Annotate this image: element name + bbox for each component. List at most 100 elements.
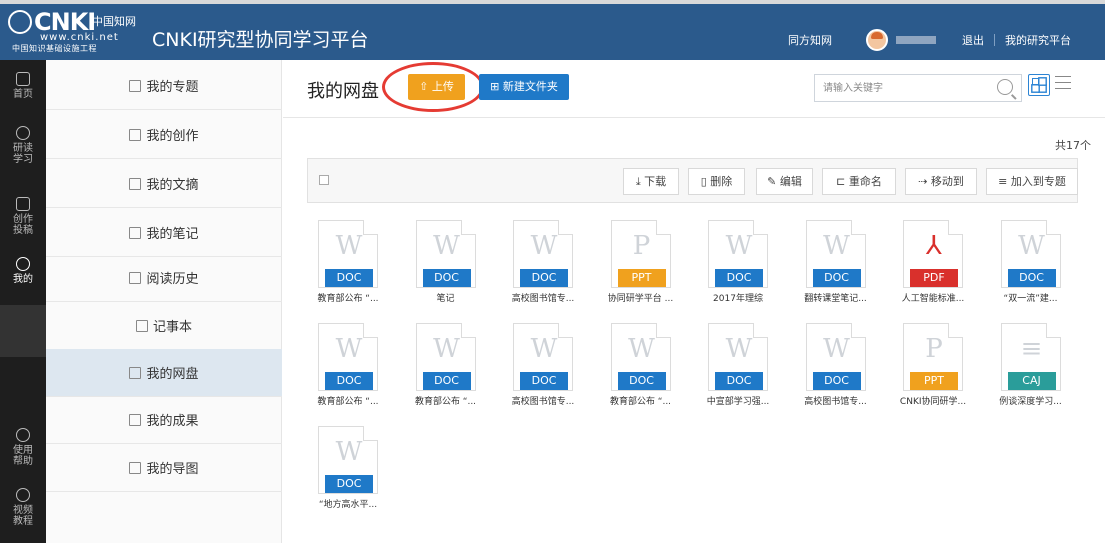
pdf-icon: ⅄ <box>926 231 942 261</box>
pencil-icon: ✎ <box>767 175 780 188</box>
delete-button[interactable]: ▯ 删除 <box>688 168 745 195</box>
new-folder-button[interactable]: ⊞ 新建文件夹 <box>479 74 569 100</box>
file-count: 共17个 <box>1055 139 1091 152</box>
upload-icon: ⇧ <box>419 80 432 93</box>
rail-active-highlight <box>0 305 46 357</box>
nav-label: 我的成果 <box>146 414 199 429</box>
move-icon: ⇢ <box>918 175 931 188</box>
doc-icon: W <box>628 334 655 364</box>
my-platform-link[interactable]: 我的研究平台 <box>1005 32 1071 48</box>
file-thumbnail: P PPT <box>903 323 963 391</box>
ppt-icon: P <box>632 231 651 261</box>
file-type-badge: DOC <box>715 269 763 287</box>
file-thumbnail: W DOC <box>513 220 573 288</box>
nav-label: 我的创作 <box>146 129 199 144</box>
file-item[interactable]: W DOC 教育部公布 “... <box>313 323 403 423</box>
nav-item-mindmap[interactable]: 我的导图 <box>46 444 282 492</box>
upload-button[interactable]: ⇧ 上传 <box>408 74 465 100</box>
rail-label: 使用 帮助 <box>13 445 33 467</box>
rail-study[interactable]: 研读 学习 <box>0 126 46 165</box>
doc-icon: W <box>335 437 363 467</box>
search-box <box>814 74 1022 102</box>
cnki-logo[interactable]: CNKI 中国知网 www.cnki.net 中国知识基础设施工程 <box>8 8 138 54</box>
rail-create[interactable]: 创作 投稿 <box>0 197 46 236</box>
file-name: “地方高水平... <box>318 500 378 510</box>
select-all-checkbox[interactable] <box>319 175 329 185</box>
move-to-button[interactable]: ⇢ 移动到 <box>905 168 977 195</box>
file-name: 2017年理综 <box>713 294 763 304</box>
rail-my[interactable]: 我的 <box>0 257 46 285</box>
doc-icon: W <box>1018 231 1045 261</box>
nav-item-excerpts[interactable]: 我的文摘 <box>46 160 282 208</box>
ppt-icon: P <box>925 334 943 364</box>
doc-icon: W <box>335 231 363 261</box>
rail-video[interactable]: 视频 教程 <box>0 488 46 527</box>
nav-item-topics[interactable]: 我的专题 <box>46 62 282 110</box>
search-input[interactable] <box>815 75 995 101</box>
trash-icon: ▯ <box>700 175 711 188</box>
user-avatar[interactable] <box>866 29 888 51</box>
doc-icon: W <box>530 334 558 364</box>
file-item[interactable]: P PPT 协同研学平台 ... <box>606 220 696 320</box>
grid-view-icon[interactable] <box>1028 74 1050 96</box>
file-item[interactable]: W DOC 翻转课堂笔记... <box>801 220 891 320</box>
file-thumbnail: W DOC <box>1000 220 1061 288</box>
file-thumbnail: W DOC <box>513 323 573 391</box>
nav-item-netdisk[interactable]: 我的网盘 <box>46 349 282 397</box>
file-item[interactable]: W DOC 笔记 <box>411 220 501 320</box>
notebook-icon <box>135 319 148 332</box>
file-item[interactable]: P PPT CNKI协同研学... <box>898 323 988 423</box>
search-icon[interactable] <box>997 79 1013 95</box>
main-content: 我的网盘 ⇧ 上传 ⊞ 新建文件夹 共17个 ⤓ 下载 ▯ 删除 ✎ 编辑 ⊏ … <box>283 60 1105 543</box>
file-thumbnail: W DOC <box>805 220 866 288</box>
caj-icon: ≡ <box>1020 334 1043 364</box>
file-thumbnail: ≡ CAJ <box>1000 323 1061 391</box>
nav-item-notebook[interactable]: 记事本 <box>46 302 282 350</box>
file-type-badge: DOC <box>325 475 373 493</box>
download-icon: ⤓ <box>635 175 645 188</box>
mindmap-icon <box>129 461 142 474</box>
file-type-badge: DOC <box>715 372 763 390</box>
file-item[interactable]: W DOC 2017年理综 <box>703 220 793 320</box>
file-item[interactable]: W DOC 高校图书馆专... <box>508 220 598 320</box>
file-name: 高校图书馆专... <box>511 397 575 407</box>
file-item[interactable]: W DOC “双一流”建... <box>996 220 1086 320</box>
rename-label: 重命名 <box>848 175 882 188</box>
download-button[interactable]: ⤓ 下载 <box>623 168 679 195</box>
folder-icon <box>129 79 142 92</box>
header-links: 同方知网 退出 我的研究平台 <box>788 29 1071 51</box>
file-item[interactable]: ⅄ PDF 人工智能标准... <box>898 220 988 320</box>
nav-item-results[interactable]: 我的成果 <box>46 396 282 444</box>
doc-icon: W <box>725 334 753 364</box>
file-item[interactable]: W DOC 高校图书馆专... <box>801 323 891 423</box>
file-thumbnail: P PPT <box>610 220 671 288</box>
file-item[interactable]: W DOC 教育部公布 “... <box>411 323 501 423</box>
file-item[interactable]: W DOC 教育部公布 “... <box>606 323 696 423</box>
file-toolbar: ⤓ 下载 ▯ 删除 ✎ 编辑 ⊏ 重命名 ⇢ 移动到 ≡ 加入到专题 <box>307 158 1078 203</box>
file-item[interactable]: ≡ CAJ 例谈深度学习... <box>996 323 1086 423</box>
nav-item-creations[interactable]: 我的创作 <box>46 111 282 159</box>
file-name: 翻转课堂笔记... <box>804 294 867 304</box>
rail-label: 我的 <box>13 274 33 285</box>
nav-item-history[interactable]: 阅读历史 <box>46 254 282 302</box>
home-icon <box>16 72 30 86</box>
download-label: 下载 <box>644 175 667 188</box>
edit-button[interactable]: ✎ 编辑 <box>756 168 813 195</box>
rail-home[interactable]: 首页 <box>0 72 46 100</box>
username[interactable] <box>896 36 936 44</box>
file-type-badge: DOC <box>422 269 471 287</box>
rail-label: 研读 学习 <box>13 143 33 165</box>
rename-button[interactable]: ⊏ 重命名 <box>822 168 896 195</box>
file-item[interactable]: W DOC 教育部公布 “... <box>313 220 403 320</box>
nav-item-notes[interactable]: 我的笔记 <box>46 209 282 257</box>
add-to-topic-button[interactable]: ≡ 加入到专题 <box>986 168 1078 195</box>
file-item[interactable]: W DOC “地方高水平... <box>313 426 403 526</box>
rail-help[interactable]: 使用 帮助 <box>0 428 46 467</box>
list-view-icon[interactable] <box>1055 76 1071 92</box>
tongfang-link[interactable]: 同方知网 <box>788 32 832 48</box>
file-item[interactable]: W DOC 中宣部学习强... <box>703 323 793 423</box>
file-item[interactable]: W DOC 高校图书馆专... <box>508 323 598 423</box>
file-type-badge: PPT <box>910 372 958 390</box>
logout-link[interactable]: 退出 <box>962 32 984 48</box>
doc-icon: W <box>335 334 363 364</box>
